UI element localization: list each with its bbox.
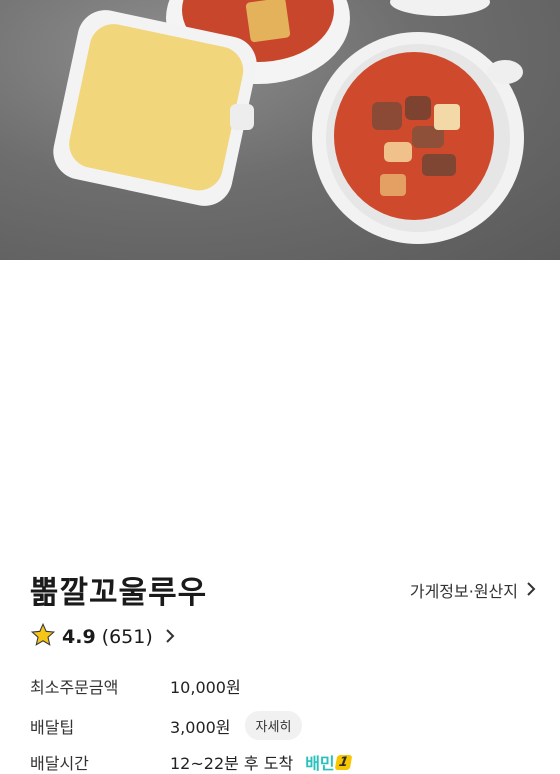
store-info-label: 가게정보·원산지	[409, 582, 518, 601]
delivery-time-label: 배달시간	[30, 754, 89, 773]
delivery-tip-label: 배달팁	[30, 717, 75, 737]
min-order-value: 10,000원	[170, 678, 241, 697]
min-order-label: 최소주문금액	[30, 678, 119, 697]
review-count: (651)	[101, 626, 153, 648]
delivery-tip-value: 3,000원	[170, 717, 231, 737]
baemin-one-badge: 배민 1	[305, 750, 353, 774]
rating-score: 4.9	[62, 626, 96, 648]
food-image	[53, 0, 524, 244]
delivery-tip-detail-button[interactable]: 자세히	[244, 711, 303, 740]
delivery-time-value: 12~22분 후 도착	[170, 754, 294, 773]
min-order-row: 최소주문금액 10,000원	[30, 674, 241, 698]
rating-link[interactable]: 4.9 (651)	[30, 622, 175, 652]
baemin-badge-number: 1	[334, 754, 353, 770]
chevron-right-icon	[165, 627, 175, 648]
delivery-time-row: 배달시간 12~22분 후 도착 배민 1	[30, 750, 353, 774]
hero-food-photo	[0, 0, 560, 260]
chevron-right-icon	[526, 581, 536, 600]
store-name: 뽊깔꼬울루우	[30, 575, 208, 611]
delivery-tip-row: 배달팁 3,000원 자세히	[30, 711, 303, 740]
store-info-link[interactable]: 가게정보·원산지	[410, 578, 536, 602]
baemin-badge-text: 배민	[305, 754, 335, 773]
star-icon	[30, 622, 56, 652]
